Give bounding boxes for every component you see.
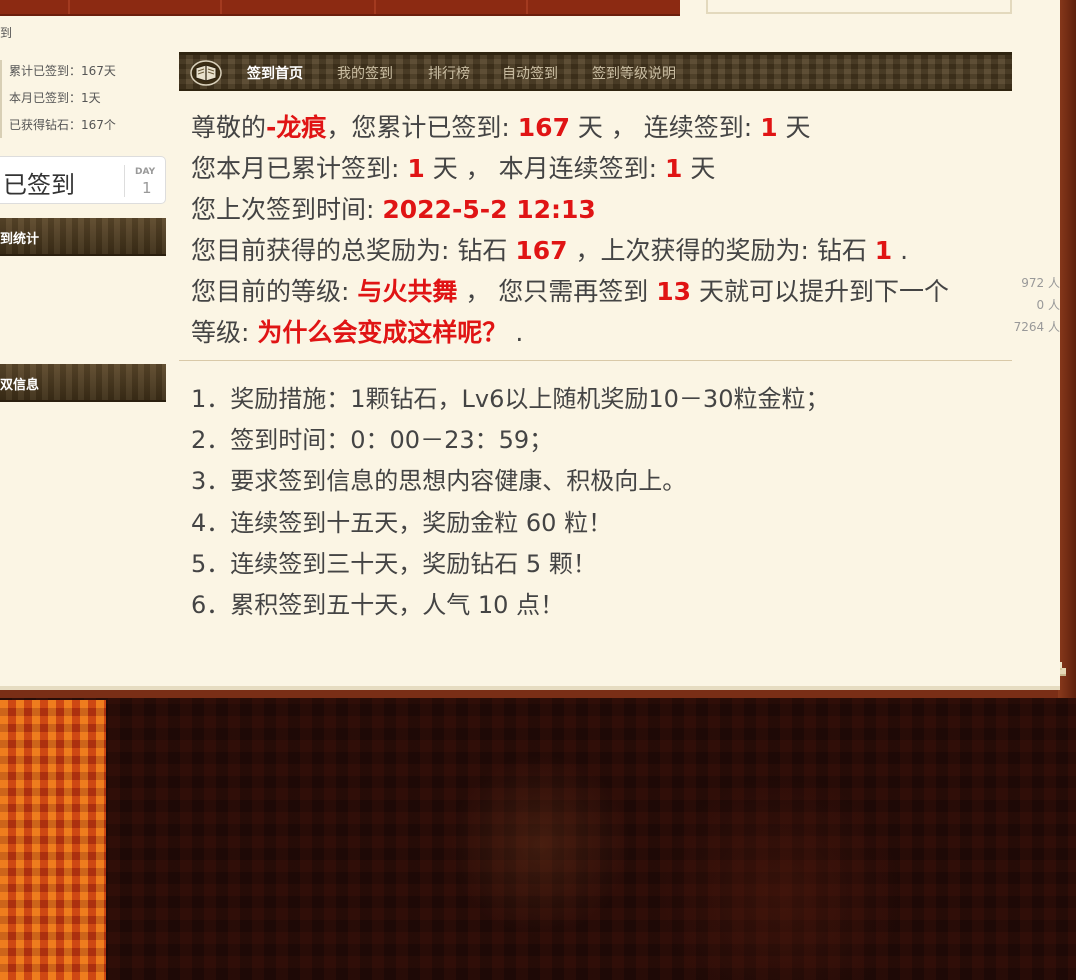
- tab-leaderboard[interactable]: 排行榜: [428, 63, 470, 83]
- breadcrumb: 到: [0, 26, 13, 40]
- stat-diamonds: 已获得钻石：167个: [9, 118, 116, 132]
- total-days: 167: [517, 113, 570, 142]
- content-page: 到 累计已签到：167天 本月已签到：1天 已获得钻石：167个 已签到 DAY…: [0, 0, 1060, 690]
- tab-signin-home[interactable]: 签到首页: [247, 63, 303, 83]
- top-right-panel: [706, 0, 1012, 14]
- rule-item: 2．签到时间：0：00－23：59；: [191, 426, 554, 454]
- stats-heading: 到统计: [0, 218, 166, 256]
- stat-number: 7264 人: [1013, 320, 1060, 334]
- next-level: 为什么会变成这样呢？: [257, 318, 508, 347]
- total-reward: 167: [515, 236, 568, 265]
- username: -龙痕: [266, 113, 327, 142]
- book-spine-right: [1058, 0, 1076, 698]
- streak-days: 1: [760, 113, 778, 142]
- last-reward: 1: [874, 236, 893, 265]
- book-logo-icon: [190, 60, 222, 86]
- signin-nav-bar: 签到首页 我的签到 排行榜 自动签到 签到等级说明: [179, 52, 1012, 91]
- top-nav-strip: [0, 0, 680, 16]
- reward-line: 您目前获得的总奖励为: 钻石 167 ，上次获得的奖励为: 钻石 1 .: [191, 236, 909, 265]
- rule-item: 5．连续签到三十天，奖励钻石 5 颗！: [191, 550, 597, 578]
- tab-level-info[interactable]: 签到等级说明: [592, 63, 676, 83]
- stats-divider: [0, 60, 2, 138]
- month-days: 1: [407, 154, 425, 183]
- lava-texture: [0, 700, 106, 980]
- rule-item: 3．要求签到信息的思想内容健康、积极向上。: [191, 467, 687, 495]
- last-signin-time: 2022-5-2 12:13: [382, 195, 596, 224]
- signed-in-label: 已签到: [3, 171, 75, 199]
- next-level-line: 等级: 为什么会变成这样呢？ .: [191, 318, 524, 347]
- divider: [124, 165, 125, 197]
- days-needed: 13: [656, 277, 692, 306]
- tab-my-signin[interactable]: 我的签到: [337, 63, 393, 83]
- day-label: DAY: [135, 167, 156, 177]
- section-divider: [179, 360, 1012, 361]
- last-signin-line: 您上次签到时间: 2022-5-2 12:13: [191, 195, 596, 224]
- day-count: 1: [142, 179, 152, 197]
- greeting-line: 尊敬的-龙痕，您累计已签到: 167 天 ， 连续签到: 1 天: [191, 113, 811, 142]
- stat-total-signins: 累计已签到：167天: [9, 64, 116, 78]
- level-line: 您目前的等级: 与火共舞 ， 您只需再签到 13 天就可以提升到下一个: [191, 277, 949, 306]
- current-level: 与火共舞: [357, 277, 458, 306]
- month-streak: 1: [665, 154, 683, 183]
- signed-in-button[interactable]: 已签到 DAY 1: [0, 156, 166, 204]
- dark-background: [0, 695, 1076, 980]
- month-line: 您本月已累计签到: 1 天 ， 本月连续签到: 1 天: [191, 154, 716, 183]
- tab-auto-signin[interactable]: 自动签到: [502, 63, 558, 83]
- rule-item: 1．奖励措施：1颗钻石，Lv6以上随机奖励10－30粒金粒；: [191, 385, 830, 413]
- stat-month-signins: 本月已签到：1天: [9, 91, 101, 105]
- info-heading: 双信息: [0, 364, 166, 402]
- rule-item: 6．累积签到五十天，人气 10 点！: [191, 591, 565, 619]
- rule-item: 4．连续签到十五天，奖励金粒 60 粒！: [191, 509, 613, 537]
